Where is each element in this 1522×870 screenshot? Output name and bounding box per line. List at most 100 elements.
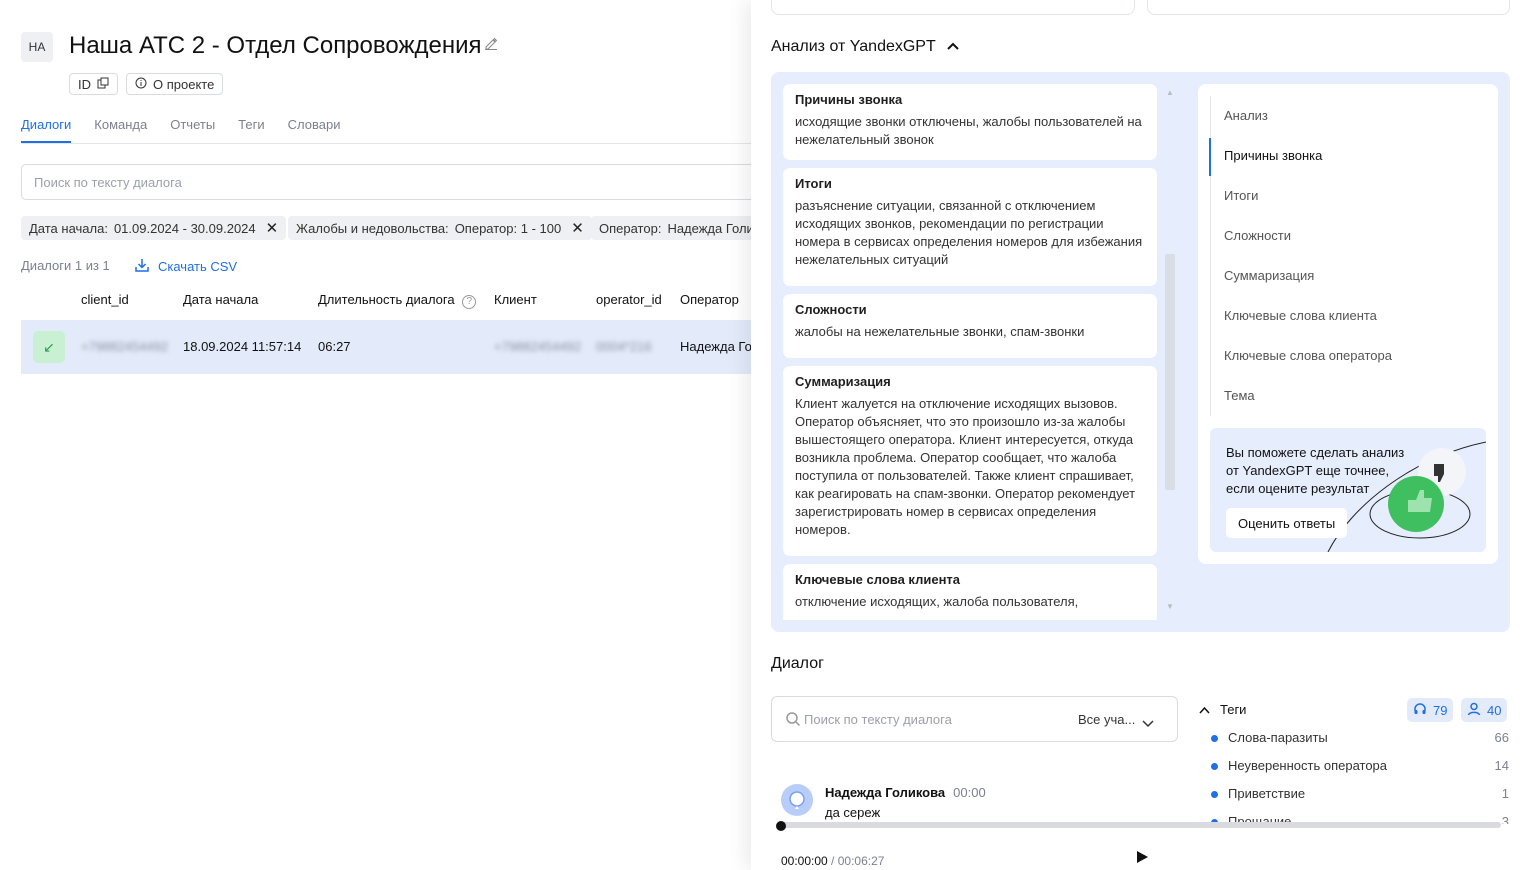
dialog-search-field[interactable]: Поиск по тексту диалога Все уча...	[771, 696, 1178, 742]
close-icon[interactable]: ✕	[266, 219, 279, 237]
scroll-up-arrow[interactable]: ▲	[1162, 88, 1178, 97]
app: НА Наша АТС 2 - Отдел Сопровождения ID О…	[0, 0, 1522, 870]
rate-promo: Вы поможете сделать анализ от YandexGPT …	[1210, 428, 1486, 552]
tag-name: Слова-паразиты	[1228, 730, 1328, 745]
tag-count: 1	[1501, 786, 1509, 801]
play-icon	[1137, 851, 1148, 863]
col-header-operator[interactable]: Оператор	[680, 292, 739, 307]
tag-item[interactable]: Неуверенность оператора 14	[1211, 758, 1509, 773]
tags-header[interactable]: Теги	[1199, 702, 1246, 717]
filter-value: Надежда Голи	[667, 220, 751, 236]
ai-analysis-title: Анализ от YandexGPT	[771, 38, 936, 55]
tab-dictionaries[interactable]: Словари	[288, 117, 341, 143]
ai-card-difficulties: Сложности жалобы на нежелательные звонки…	[783, 294, 1157, 358]
avatar	[781, 784, 813, 816]
filter-chip-complaints[interactable]: Жалобы и недовольства: Оператор: 1 - 100…	[288, 216, 592, 240]
dialog-search-placeholder: Поиск по тексту диалога	[804, 712, 952, 727]
chevron-up-icon[interactable]	[946, 38, 960, 56]
toc-item-summary[interactable]: Суммаризация	[1224, 268, 1314, 283]
tab-tags[interactable]: Теги	[238, 117, 264, 143]
scrollbar[interactable]: ▲ ▼	[1162, 84, 1178, 620]
ai-card-client-keywords: Ключевые слова клиента отключение исходя…	[783, 564, 1157, 620]
col-header-duration[interactable]: Длительность диалога ?	[318, 292, 477, 309]
ai-analysis-header[interactable]: Анализ от YandexGPT	[771, 38, 960, 56]
rate-answers-button[interactable]: Оценить ответы	[1226, 508, 1348, 538]
help-icon[interactable]: ?	[462, 295, 477, 309]
project-avatar: НА	[21, 32, 53, 62]
client-tags-badge[interactable]: 40	[1461, 698, 1508, 722]
card-text: отключение исходящих, жалоба пользовател…	[795, 594, 1079, 609]
tag-item[interactable]: Приветствие 1	[1211, 786, 1509, 801]
card-title: Суммаризация	[795, 374, 891, 389]
dialog-title: Диалог	[771, 655, 824, 672]
headset-icon	[1413, 702, 1427, 719]
chevron-up-icon[interactable]	[1199, 702, 1210, 717]
close-icon[interactable]: ✕	[571, 219, 584, 237]
tag-count: 66	[1494, 730, 1509, 745]
chevron-down-icon[interactable]	[1142, 715, 1154, 733]
toc-item-analysis[interactable]: Анализ	[1224, 108, 1268, 123]
card-text: разъяснение ситуации, связанной с отключ…	[795, 198, 1143, 267]
filter-label: Жалобы и недовольства:	[296, 220, 449, 236]
message-author-name: Надежда Голикова	[825, 785, 946, 800]
col-header-operator-id[interactable]: operator_id	[596, 292, 662, 307]
col-header-client[interactable]: Клиент	[494, 292, 537, 307]
filter-chip-date[interactable]: Дата начала: 01.09.2024 - 30.09.2024 ✕	[21, 216, 287, 240]
about-project-chip[interactable]: О проекте	[126, 73, 224, 95]
dialog-search-input[interactable]: Поиск по тексту диалога	[21, 164, 751, 200]
ai-cards-scroll[interactable]: Причины звонка исходящие звонки отключен…	[783, 84, 1178, 620]
cell-start: 18.09.2024 11:57:14	[183, 339, 302, 354]
download-csv-link[interactable]: Скачать CSV	[134, 257, 237, 276]
audio-progress-bar[interactable]	[781, 822, 1501, 828]
pencil-icon[interactable]	[484, 36, 498, 50]
audio-progress-handle[interactable]	[776, 821, 786, 831]
toc-item-topic[interactable]: Тема	[1224, 388, 1255, 403]
toc-item-operator-keywords[interactable]: Ключевые слова оператора	[1224, 348, 1392, 363]
toc-item-difficulties[interactable]: Сложности	[1224, 228, 1291, 243]
dialogs-count: Диалоги 1 из 1	[21, 258, 110, 273]
col-header-duration-label: Длительность диалога	[318, 292, 455, 307]
id-chip[interactable]: ID	[69, 73, 118, 95]
card-title: Итоги	[795, 176, 832, 191]
scrollbar-thumb[interactable]	[1165, 254, 1175, 490]
message-time: 00:00	[953, 785, 986, 800]
message-author: Надежда Голикова 00:00	[825, 785, 986, 800]
participants-select[interactable]: Все уча...	[1078, 712, 1135, 727]
operator-tags-badge[interactable]: 79	[1407, 698, 1454, 722]
ai-card-reasons: Причины звонка исходящие звонки отключен…	[783, 84, 1157, 160]
tab-reports[interactable]: Отчеты	[170, 117, 215, 143]
card-title: Причины звонка	[795, 92, 903, 107]
toc-active-indicator	[1209, 138, 1211, 176]
top-card-right	[1147, 0, 1510, 15]
toc-item-client-keywords[interactable]: Ключевые слова клиента	[1224, 308, 1377, 323]
filter-chip-operator[interactable]: Оператор: Надежда Голи	[591, 216, 751, 240]
tag-count: 14	[1494, 758, 1509, 773]
main-tabs: Диалоги Команда Отчеты Теги Словари	[21, 117, 340, 143]
incoming-call-icon: ↙	[33, 331, 65, 363]
filter-value: 01.09.2024 - 30.09.2024	[113, 220, 256, 236]
user-icon	[1467, 702, 1481, 719]
page-title: Наша АТС 2 - Отдел Сопровождения	[69, 32, 482, 59]
tab-dialogs[interactable]: Диалоги	[21, 117, 72, 143]
card-title: Ключевые слова клиента	[795, 572, 961, 587]
col-header-client-id[interactable]: client_id	[81, 292, 129, 307]
col-header-start[interactable]: Дата начала	[183, 292, 258, 307]
tab-team[interactable]: Команда	[94, 117, 147, 143]
cell-operator-id: 0004*216	[596, 339, 652, 354]
card-text: жалобы на нежелательные звонки, спам-зво…	[795, 324, 1085, 339]
message-text: да сереж	[825, 805, 881, 820]
tag-item[interactable]: Слова-паразиты 66	[1211, 730, 1509, 745]
top-card-left	[771, 0, 1135, 15]
filter-label: Оператор:	[599, 220, 662, 236]
cell-client-id: +79882454492	[81, 339, 169, 354]
toc-item-reasons[interactable]: Причины звонка	[1224, 148, 1322, 163]
about-chip-label: О проекте	[153, 76, 215, 92]
dialog-detail-panel: Анализ от YandexGPT Причины звонка исход…	[751, 0, 1522, 870]
toc-item-results[interactable]: Итоги	[1224, 188, 1258, 203]
scroll-down-arrow[interactable]: ▼	[1162, 602, 1178, 611]
audio-time: 00:00:00 / 00:06:27	[781, 854, 884, 868]
card-text: Клиент жалуется на отключение исходящих …	[795, 396, 1136, 537]
operator-tags-count: 79	[1433, 702, 1448, 718]
play-button[interactable]	[1135, 850, 1149, 864]
tag-count: 3	[1501, 814, 1509, 824]
